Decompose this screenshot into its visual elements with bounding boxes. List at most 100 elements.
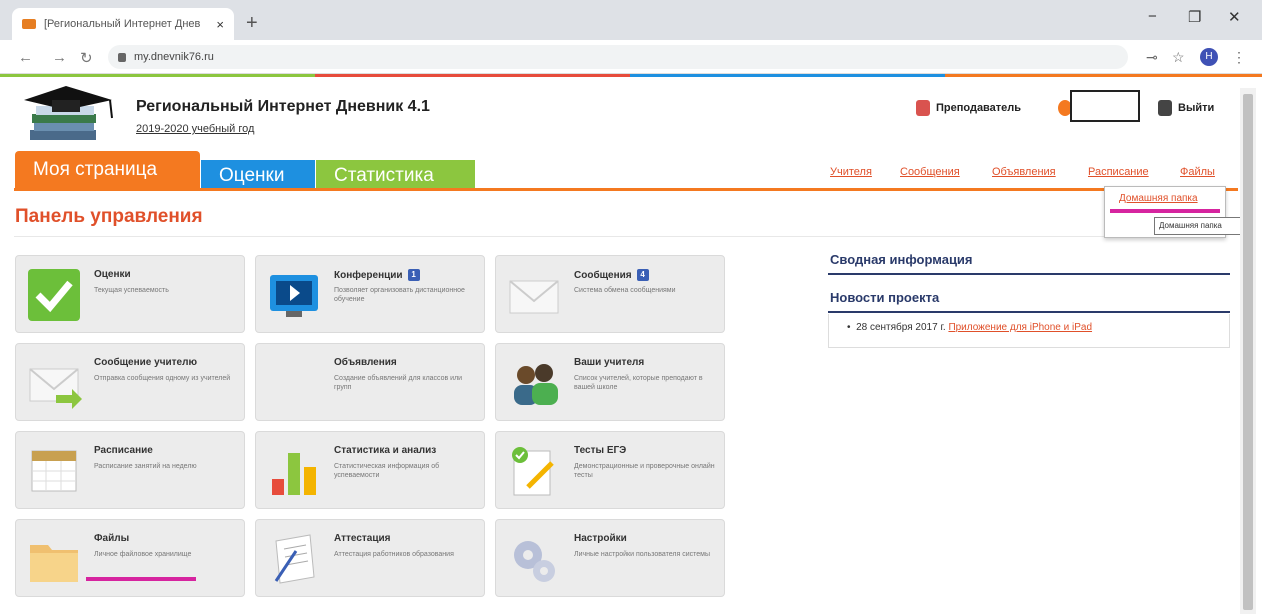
news-list: • 28 сентября 2017 г. Приложение для iPh… (828, 314, 1230, 348)
menu-dots-icon[interactable]: ⋮ (1232, 49, 1246, 66)
title-divider (14, 236, 1222, 237)
tile-title: Расписание (94, 445, 153, 456)
site-title: Региональный Интернет Дневник 4.1 (136, 98, 430, 115)
logout-link[interactable]: Выйти (1158, 100, 1214, 116)
calendar-icon (31, 450, 77, 492)
back-arrow-icon[interactable]: ← (18, 49, 33, 66)
tile-statistics[interactable]: Статистика и анализ Статистическая инфор… (255, 431, 485, 509)
tile-title: Сообщения (574, 269, 632, 281)
tile-title: Сообщение учителю (94, 357, 198, 368)
role-link[interactable]: Преподаватель (916, 100, 1021, 116)
news-heading: Новости проекта (828, 288, 1230, 313)
nav-files[interactable]: Файлы (1180, 166, 1215, 178)
door-icon (1158, 100, 1172, 116)
summary-section: Сводная информация (828, 250, 1230, 275)
tile-your-teachers[interactable]: Ваши учителя Список учителей, которые пр… (495, 343, 725, 421)
color-strip-orange (945, 74, 1262, 77)
teacher-icon (916, 100, 930, 116)
monitor-icon (270, 275, 318, 317)
nav-teachers[interactable]: Учителя (830, 166, 872, 178)
page-scrollbar[interactable] (1240, 88, 1256, 614)
header-divider (14, 188, 1238, 191)
tile-title: Файлы (94, 533, 130, 544)
tab-my-page[interactable]: Моя страница (15, 151, 200, 189)
tile-title: Объявления (334, 357, 397, 368)
tile-attestation[interactable]: Аттестация Аттестация работников образов… (255, 519, 485, 597)
tile-exams[interactable]: Тесты ЕГЭ Демонстрационные и проверочные… (495, 431, 725, 509)
tile-desc: Расписание занятий на неделю (94, 463, 197, 470)
tile-schedule[interactable]: Расписание Расписание занятий на неделю (15, 431, 245, 509)
highlight-underline (86, 577, 196, 581)
tooltip: Домашняя папка (1154, 217, 1254, 235)
site-favicon-icon (22, 19, 36, 29)
tile-settings[interactable]: Настройки Личные настройки пользователя … (495, 519, 725, 597)
browser-tab-bar: [Региональный Интернет Днев × + − ❐ ✕ (0, 0, 1262, 40)
nav-messages[interactable]: Сообщения (900, 166, 960, 178)
tile-files[interactable]: Файлы Личное файловое хранилище (15, 519, 245, 597)
count-badge: 4 (636, 269, 649, 281)
tile-title: Тесты ЕГЭ (574, 445, 627, 456)
color-strip-green (0, 74, 315, 77)
minimize-icon[interactable]: − (1148, 8, 1157, 25)
home-folder-item[interactable]: Домашняя папка (1119, 193, 1198, 204)
nav-announcements[interactable]: Объявления (992, 166, 1056, 178)
news-date: 28 сентября 2017 г. (856, 322, 946, 333)
bar-chart-icon (272, 453, 316, 495)
role-label: Преподаватель (936, 102, 1022, 114)
color-strip-red (315, 74, 630, 77)
envelope-icon (509, 280, 559, 314)
checkmark-icon (28, 269, 80, 321)
tile-message-teacher[interactable]: Сообщение учителю Отправка сообщения одн… (15, 343, 245, 421)
highlight-underline (1110, 209, 1220, 213)
key-icon[interactable]: ⊸ (1146, 49, 1158, 66)
reload-icon[interactable]: ↻ (80, 49, 93, 67)
tile-title: Статистика и анализ (334, 445, 437, 456)
tile-title: Оценки (94, 269, 131, 280)
url-text: my.dnevnik76.ru (134, 51, 214, 63)
gears-icon (514, 541, 555, 582)
summary-heading: Сводная информация (828, 250, 1230, 275)
folder-icon (30, 545, 78, 582)
tab-statistics[interactable]: Статистика (316, 160, 475, 189)
tile-desc: Список учителей, которые преподают в ваш… (574, 375, 703, 391)
tile-desc: Отправка сообщения одному из учителей (94, 375, 231, 382)
tile-desc: Аттестация работников образования (334, 551, 454, 558)
address-bar-row: ← → ↻ my.dnevnik76.ru ⊸ ☆ ⋮ (0, 40, 1262, 74)
tile-title: Конференции (334, 269, 403, 281)
document-pen-icon (274, 534, 315, 584)
profile-avatar[interactable]: Н (1200, 48, 1218, 66)
logout-label: Выйти (1178, 102, 1215, 114)
tile-desc: Позволяет организовать дистанционное обу… (334, 287, 465, 303)
new-tab-button[interactable]: + (246, 12, 258, 35)
close-window-icon[interactable]: ✕ (1228, 8, 1241, 26)
redaction-box (1070, 90, 1140, 122)
tile-desc: Личные настройки пользователя системы (574, 551, 711, 558)
color-strip-blue (630, 74, 945, 77)
news-section: Новости проекта (828, 288, 1230, 313)
news-link[interactable]: Приложение для iPhone и iPad (948, 322, 1092, 333)
tile-messages[interactable]: Сообщения 4 Система обмена сообщениями (495, 255, 725, 333)
scrollbar-thumb[interactable] (1243, 94, 1253, 610)
page-title: Панель управления (15, 206, 203, 227)
tile-desc: Система обмена сообщениями (574, 287, 676, 294)
tile-grades[interactable]: Оценки Текущая успеваемость (15, 255, 245, 333)
url-input[interactable]: my.dnevnik76.ru (108, 45, 1128, 69)
forward-arrow-icon[interactable]: → (52, 49, 67, 66)
lock-icon (118, 52, 126, 62)
people-icon (514, 364, 558, 405)
tile-desc: Текущая успеваемость (94, 287, 169, 294)
tile-conferences[interactable]: Конференции 1 Позволяет организовать дист… (255, 255, 485, 333)
star-icon[interactable]: ☆ (1172, 49, 1185, 66)
count-badge: 1 (407, 269, 420, 281)
checklist-pencil-icon (512, 447, 554, 496)
browser-tab[interactable]: [Региональный Интернет Днев × (12, 8, 234, 40)
site-logo[interactable] (22, 84, 120, 150)
school-year-link[interactable]: 2019-2020 учебный год (136, 123, 254, 135)
close-tab-icon[interactable]: × (216, 17, 224, 32)
tile-announcements[interactable]: Объявления Создание объявлений для класс… (255, 343, 485, 421)
tile-desc: Статистическая информация об успеваемост… (334, 463, 440, 479)
nav-schedule[interactable]: Расписание (1088, 166, 1149, 178)
maximize-icon[interactable]: ❐ (1188, 8, 1201, 26)
tile-title: Настройки (574, 533, 627, 544)
tab-grades[interactable]: Оценки (201, 160, 315, 189)
